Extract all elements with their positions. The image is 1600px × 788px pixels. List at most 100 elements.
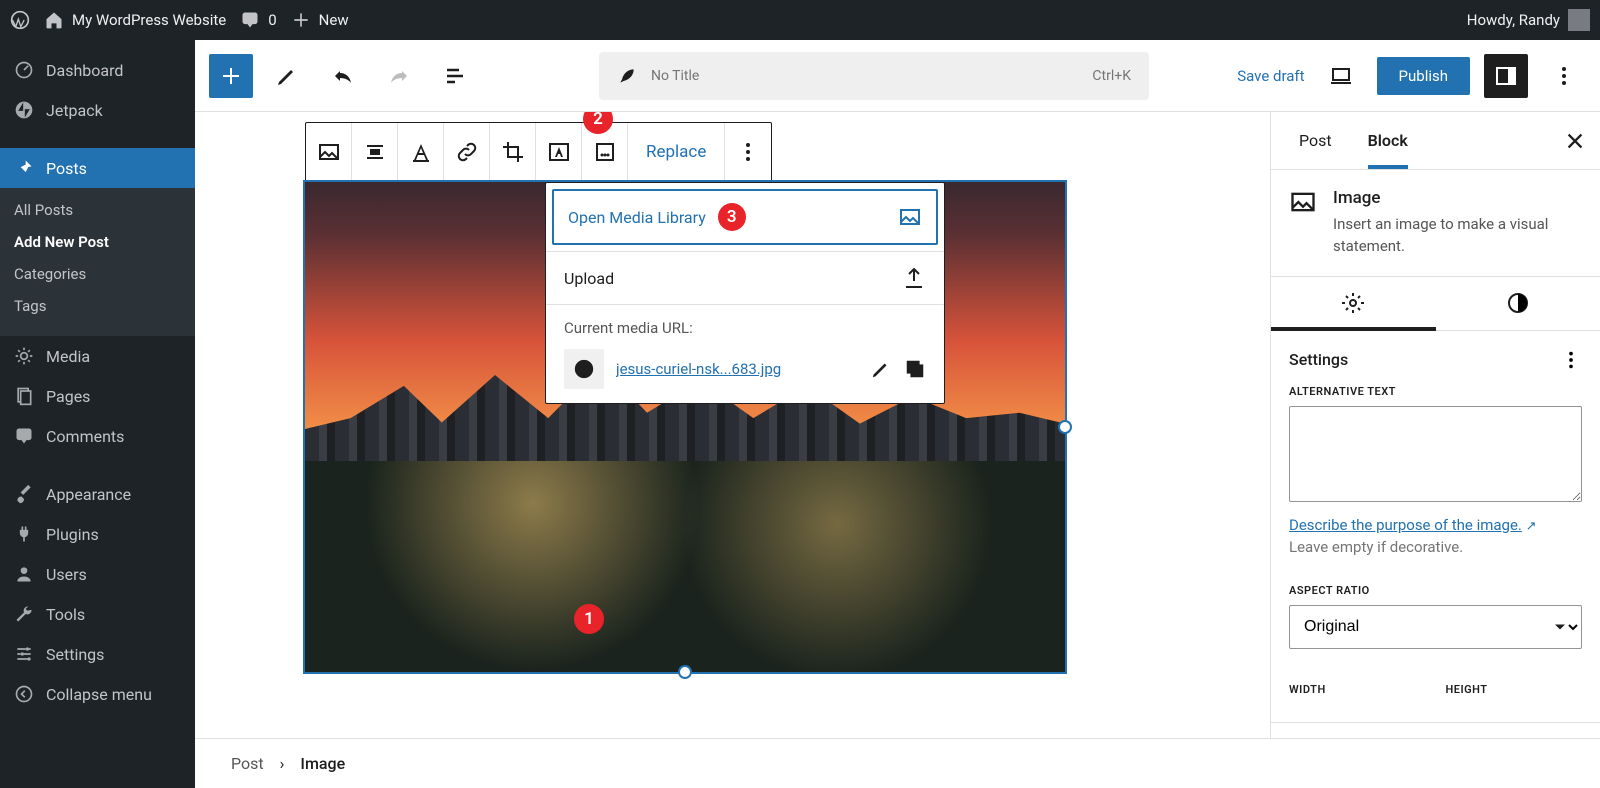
align-icon: [363, 140, 387, 164]
collapse-icon: [14, 684, 34, 704]
duotone-icon: [593, 140, 617, 164]
settings-toggle-button[interactable]: [1484, 54, 1528, 98]
caption-button[interactable]: [398, 123, 444, 181]
current-media-section: Current media URL: jesus-curiel-nsk...68…: [546, 304, 944, 403]
add-block-button[interactable]: [209, 54, 253, 98]
link-button[interactable]: [444, 123, 490, 181]
sidebar-item-users[interactable]: Users: [0, 554, 195, 594]
breadcrumb-post[interactable]: Post: [231, 754, 264, 773]
alt-text-input[interactable]: [1289, 406, 1582, 502]
sidebar-item-appearance[interactable]: Appearance: [0, 474, 195, 514]
tools-button[interactable]: [265, 54, 309, 98]
subtab-styles[interactable]: [1436, 277, 1600, 330]
edit-icon[interactable]: [870, 358, 892, 380]
publish-button[interactable]: Publish: [1377, 57, 1470, 95]
more-options-button[interactable]: [1542, 54, 1586, 98]
current-media-filename[interactable]: jesus-curiel-nsk...683.jpg: [616, 360, 858, 378]
sidebar-item-plugins[interactable]: Plugins: [0, 514, 195, 554]
gear-icon: [1341, 291, 1365, 315]
title-text: No Title: [651, 68, 699, 84]
block-description: Insert an image to make a visual stateme…: [1333, 214, 1582, 258]
title-shortcut: Ctrl+K: [1092, 68, 1131, 84]
subtab-settings[interactable]: [1271, 277, 1436, 330]
tab-block[interactable]: Block: [1350, 112, 1426, 169]
tab-post[interactable]: Post: [1281, 112, 1350, 169]
alt-label: ALTERNATIVE TEXT: [1289, 385, 1582, 398]
sliders-icon: [14, 644, 34, 664]
comment-icon: [240, 10, 260, 30]
sidebar-sub-tags[interactable]: Tags: [0, 290, 195, 322]
external-icon: ↗: [1526, 519, 1537, 534]
brush-icon: [14, 484, 34, 504]
wp-logo[interactable]: [10, 10, 30, 30]
home-icon: [44, 10, 64, 30]
link-icon: [455, 140, 479, 164]
open-media-library-item[interactable]: Open Media Library 3: [552, 189, 938, 245]
copy-icon[interactable]: [904, 358, 926, 380]
media-icon: [14, 346, 34, 366]
comments-count[interactable]: 0: [240, 10, 276, 30]
sidebar-submenu-posts: All Posts Add New Post Categories Tags: [0, 188, 195, 336]
preview-button[interactable]: [1319, 54, 1363, 98]
resize-handle-bottom[interactable]: [678, 665, 692, 679]
aspect-ratio-select[interactable]: Original: [1289, 605, 1582, 649]
replace-button[interactable]: Replace: [628, 123, 725, 181]
plug-icon: [14, 524, 34, 544]
upload-item[interactable]: Upload: [546, 251, 944, 304]
sidebar-item-jetpack[interactable]: Jetpack: [0, 90, 195, 130]
sidebar-sub-all-posts[interactable]: All Posts: [0, 194, 195, 226]
site-home[interactable]: My WordPress Website: [44, 10, 226, 30]
sidebar-item-dashboard[interactable]: Dashboard: [0, 50, 195, 90]
kebab-icon[interactable]: [1560, 349, 1582, 371]
user-greeting[interactable]: Howdy, Randy: [1467, 9, 1590, 31]
panel-subtabs: [1271, 277, 1600, 331]
image-icon: [317, 140, 341, 164]
aspect-label: ASPECT RATIO: [1289, 584, 1582, 597]
pencil-icon: [275, 64, 299, 88]
kebab-icon: [736, 140, 760, 164]
settings-panel: Post Block Image Insert an image to make…: [1270, 112, 1600, 738]
sidebar-item-posts[interactable]: Posts: [0, 148, 195, 188]
sidebar-label: Appearance: [46, 485, 131, 504]
resize-handle-right[interactable]: [1058, 420, 1072, 434]
jetpack-icon: [14, 100, 34, 120]
sidebar-sub-categories[interactable]: Categories: [0, 258, 195, 290]
site-name: My WordPress Website: [72, 11, 226, 29]
breadcrumb-current: Image: [300, 754, 345, 773]
new-content[interactable]: New: [291, 10, 349, 30]
sidebar-item-media[interactable]: Media: [0, 336, 195, 376]
upload-icon: [902, 266, 926, 290]
sidebar-item-comments[interactable]: Comments: [0, 416, 195, 456]
howdy-text: Howdy, Randy: [1467, 11, 1560, 29]
sidebar-item-collapse[interactable]: Collapse menu: [0, 674, 195, 714]
undo-button[interactable]: [321, 54, 365, 98]
sidebar-item-tools[interactable]: Tools: [0, 594, 195, 634]
wrench-icon: [14, 604, 34, 624]
document-overview-button[interactable]: [433, 54, 477, 98]
sidebar-sub-add-new[interactable]: Add New Post: [0, 226, 195, 258]
close-settings-button[interactable]: [1564, 130, 1586, 152]
align-button[interactable]: [352, 123, 398, 181]
image-icon: [898, 205, 922, 229]
redo-button[interactable]: [377, 54, 421, 98]
sidebar-item-settings[interactable]: Settings: [0, 634, 195, 674]
editor-main: No Title Ctrl+K Save draft Publish 1 2: [195, 40, 1600, 788]
title-shortcut-pill[interactable]: No Title Ctrl+K: [599, 52, 1149, 100]
block-type-button[interactable]: [306, 123, 352, 181]
text-overlay-button[interactable]: [536, 123, 582, 181]
feather-icon: [617, 66, 637, 86]
block-more-button[interactable]: [725, 123, 771, 181]
block-name: Image: [1333, 188, 1582, 208]
sidebar-item-pages[interactable]: Pages: [0, 376, 195, 416]
chevron-down-icon: [1550, 617, 1570, 637]
save-draft-button[interactable]: Save draft: [1237, 67, 1304, 85]
editor-body[interactable]: 1 2 Replace: [195, 112, 1270, 738]
dropdown-label: Open Media Library: [568, 208, 706, 227]
alt-help-link[interactable]: Describe the purpose of the image.: [1289, 516, 1522, 534]
width-label: WIDTH: [1289, 683, 1426, 696]
image-icon: [1289, 188, 1317, 216]
crop-button[interactable]: [490, 123, 536, 181]
replace-dropdown: Open Media Library 3 Upload Current medi…: [545, 182, 945, 404]
pin-icon: [14, 158, 34, 178]
wp-admin-bar: My WordPress Website 0 New Howdy, Randy: [0, 0, 1600, 40]
